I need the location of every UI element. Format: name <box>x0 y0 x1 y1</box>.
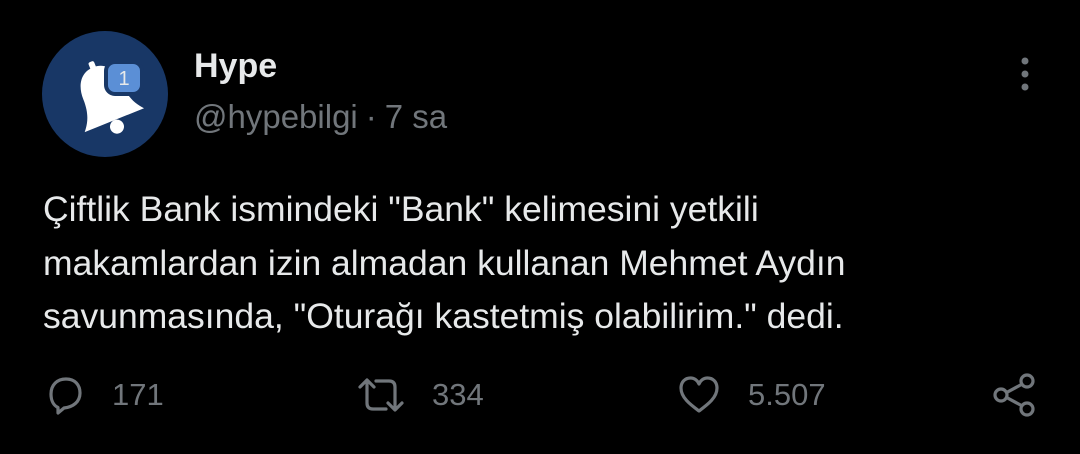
badge-count: 1 <box>118 68 129 90</box>
reply-icon <box>49 377 82 415</box>
retweet-count: 334 <box>432 377 484 412</box>
reply-count: 171 <box>112 377 164 412</box>
tweet-time[interactable]: 7 sa <box>385 98 447 135</box>
tweet-text: Çiftlik Bank ismindeki "Bank" kelimesini… <box>43 189 846 336</box>
meta-separator: · <box>365 98 377 135</box>
avatar[interactable]: 1 <box>42 31 168 157</box>
more-options-button[interactable] <box>1010 54 1040 94</box>
reply-button[interactable]: 171 <box>42 368 164 422</box>
display-name[interactable]: Hype <box>194 44 277 88</box>
like-button[interactable]: 5.507 <box>676 368 826 422</box>
tweet-card[interactable]: 1 Hype @hypebilgi · 7 sa Çiftlik Bank ismi… <box>0 0 1080 454</box>
like-count: 5.507 <box>748 377 826 412</box>
retweet-icon <box>358 378 404 412</box>
user-handle[interactable]: @hypebilgi <box>194 98 358 135</box>
retweet-button[interactable]: 334 <box>356 368 484 422</box>
tweet-meta: @hypebilgi · 7 sa <box>194 95 447 139</box>
notification-badge: 1 <box>104 60 144 96</box>
heart-icon <box>679 376 719 413</box>
share-button[interactable] <box>990 368 1038 422</box>
more-vertical-icon <box>1021 57 1029 91</box>
bell-icon: 1 <box>80 60 145 134</box>
share-icon <box>993 373 1035 417</box>
